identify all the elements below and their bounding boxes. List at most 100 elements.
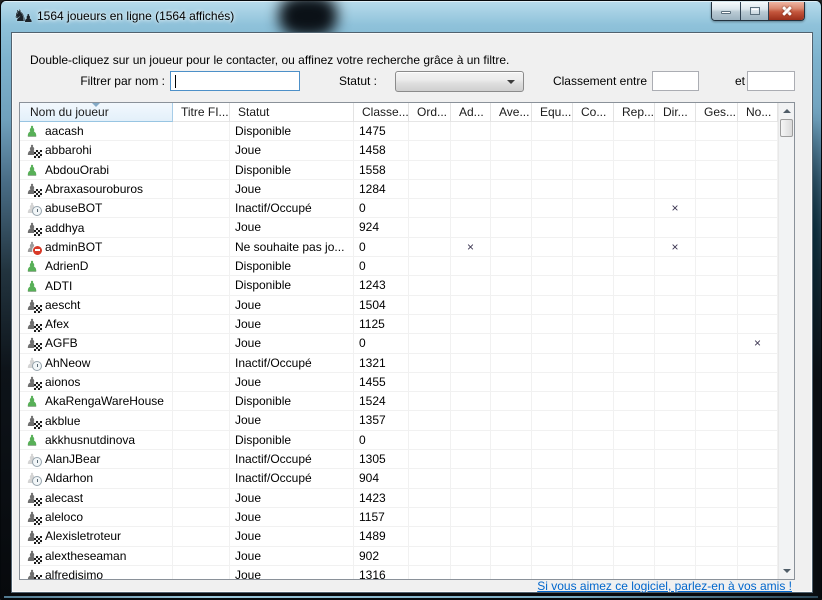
scroll-up-button[interactable] [779,103,795,119]
player-status: Disponible [230,122,354,140]
player-row[interactable]: ADTI Disponible 1243 [20,276,778,295]
player-name: aleloco [45,508,83,526]
mark-cell [491,373,532,391]
mark-cell [614,276,655,294]
window-title: 1564 joueurs en ligne (1564 affichés) [37,1,234,31]
maximize-button[interactable] [740,2,768,20]
player-row[interactable]: alecast Joue 1423 [20,489,778,508]
mark-cell [451,296,491,314]
player-name-cell: AkaRengaWareHouse [20,392,173,410]
column-header-equ[interactable]: Equ... [532,103,573,122]
player-row[interactable]: aionos Joue 1455 [20,373,778,392]
mark-cell [655,276,696,294]
rating-range-label: Classement entre [540,71,647,92]
player-row[interactable]: AdrienD Disponible 0 [20,257,778,276]
column-header-dir[interactable]: Dir... [655,103,696,122]
mark-cell [614,508,655,526]
mark-cell [532,411,573,429]
mark-cell [491,508,532,526]
player-row[interactable]: abuseBOT Inactif/Occupé 0 × [20,199,778,218]
close-button[interactable] [768,2,804,20]
player-rating: 0 [354,199,409,217]
mark-cell [573,161,614,179]
titlebar[interactable]: ♞♟ 1564 joueurs en ligne (1564 affichés) [1,1,821,32]
mark-cell [409,469,451,487]
vertical-scrollbar[interactable] [778,103,794,579]
mark-cell [573,527,614,545]
scrollbar-thumb[interactable] [780,119,793,137]
player-name: Aldarhon [45,469,93,487]
mark-cell [573,122,614,140]
mark-cell [696,489,738,507]
status-dropdown[interactable] [395,71,524,92]
column-header-titre-fide[interactable]: Titre FI... [173,103,230,122]
share-link[interactable]: Si vous aimez ce logiciel, parlez-en à v… [537,579,792,593]
mark-cell [409,180,451,198]
player-rating: 924 [354,218,409,236]
mark-cell: × [655,199,696,217]
player-row[interactable]: addhya Joue 924 [20,218,778,237]
mark-cell [451,450,491,468]
player-status-icon [24,316,40,332]
minimize-button[interactable] [712,2,740,20]
player-row[interactable]: aleloco Joue 1157 [20,508,778,527]
player-rating: 1316 [354,566,409,579]
player-row[interactable]: Alexisletroteur Joue 1489 [20,527,778,546]
mark-cell [451,141,491,159]
filter-name-input[interactable] [170,71,300,91]
player-title-cell [173,257,230,275]
mark-cell [614,315,655,333]
mark-cell [532,296,573,314]
mark-cell [532,315,573,333]
player-row[interactable]: Aldarhon Inactif/Occupé 904 [20,469,778,488]
mark-cell [655,296,696,314]
player-row[interactable]: AlanJBear Inactif/Occupé 1305 [20,450,778,469]
mark-cell [655,334,696,352]
player-rating: 1321 [354,354,409,372]
player-row[interactable]: alextheseaman Joue 902 [20,547,778,566]
player-row[interactable]: alfredisimo Joue 1316 [20,566,778,579]
column-header-no[interactable]: No... [738,103,778,122]
column-header-classement[interactable]: Classe... [354,103,409,122]
mark-cell [409,315,451,333]
mark-cell [573,238,614,256]
player-status-icon [24,181,40,197]
player-row[interactable]: aacash Disponible 1475 [20,122,778,141]
column-header-ad[interactable]: Ad... [451,103,491,122]
player-name-cell: akblue [20,411,173,429]
column-header-ave[interactable]: Ave... [491,103,532,122]
player-row[interactable]: adminBOT Ne souhaite pas jo... 0 × × [20,238,778,257]
column-header-statut[interactable]: Statut [230,103,354,122]
player-row[interactable]: AhNeow Inactif/Occupé 1321 [20,354,778,373]
mark-cell [655,218,696,236]
minimize-icon [721,11,731,14]
column-header-ges[interactable]: Ges... [696,103,738,122]
player-row[interactable]: akkhusnutdinova Disponible 0 [20,431,778,450]
column-header-rep[interactable]: Rep... [614,103,655,122]
mark-cell [655,411,696,429]
mark-cell [451,469,491,487]
player-row[interactable]: AbdouOrabi Disponible 1558 [20,161,778,180]
scroll-down-button[interactable] [779,563,795,579]
mark-cell [738,218,778,236]
mark-cell [614,392,655,410]
mark-cell [491,257,532,275]
player-row[interactable]: AGFB Joue 0 × [20,334,778,353]
column-header-ord[interactable]: Ord... [409,103,451,122]
player-title-cell [173,469,230,487]
player-row[interactable]: Afex Joue 1125 [20,315,778,334]
rating-max-input[interactable] [747,71,795,91]
rating-min-input[interactable] [652,71,699,91]
player-row[interactable]: akblue Joue 1357 [20,411,778,430]
player-row[interactable]: aescht Joue 1504 [20,296,778,315]
column-header-co[interactable]: Co... [573,103,614,122]
mark-cell [409,411,451,429]
player-rating: 1125 [354,315,409,333]
player-row[interactable]: abbarohi Joue 1458 [20,141,778,160]
column-header-nom-du-joueur[interactable]: Nom du joueur [20,103,173,122]
player-name-cell: aacash [20,122,173,140]
player-name: AdrienD [45,257,88,275]
player-status-icon [24,548,40,564]
player-row[interactable]: Abraxasouroburos Joue 1284 [20,180,778,199]
player-row[interactable]: AkaRengaWareHouse Disponible 1524 [20,392,778,411]
